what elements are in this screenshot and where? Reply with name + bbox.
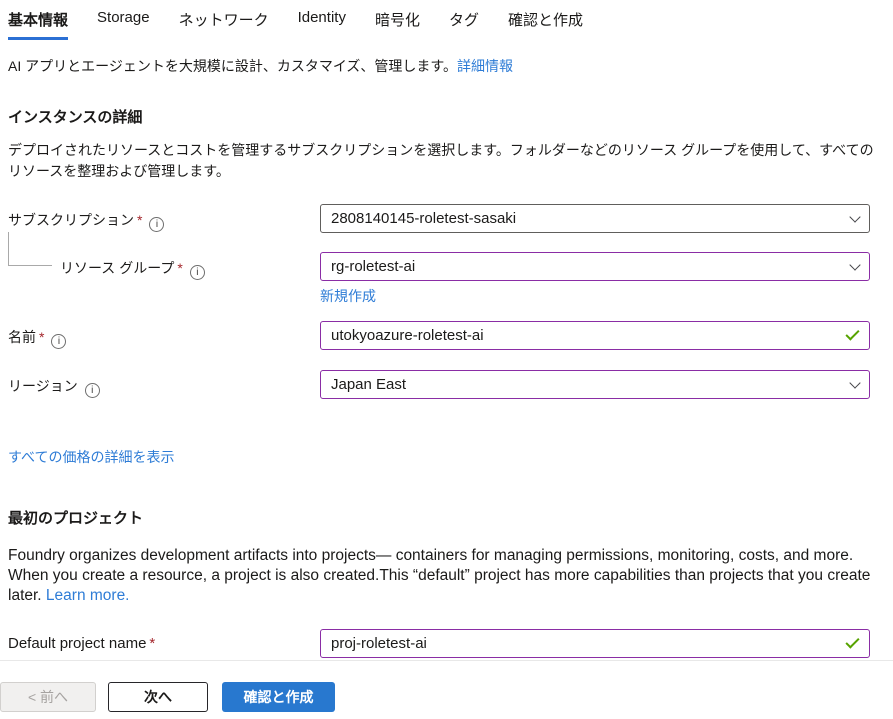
- chevron-down-icon: [849, 377, 860, 388]
- wizard-tabs: 基本情報 Storage ネットワーク Identity 暗号化 タグ 確認と作…: [8, 0, 893, 40]
- project-section-title: 最初のプロジェクト: [8, 507, 885, 528]
- learn-more-en-link[interactable]: Learn more.: [46, 587, 130, 604]
- tree-connector-line: [8, 232, 52, 266]
- info-icon[interactable]: [85, 383, 100, 398]
- default-project-name-label-text: Default project name: [8, 635, 146, 652]
- review-create-button[interactable]: 確認と作成: [222, 682, 335, 712]
- region-row: リージョン Japan East: [8, 370, 893, 399]
- tab-storage-label: Storage: [97, 9, 150, 26]
- tab-basics-label: 基本情報: [8, 12, 68, 29]
- info-icon[interactable]: [190, 265, 205, 280]
- intro-text: AI アプリとエージェントを大規模に設計、カスタマイズ、管理します。詳細情報: [8, 56, 885, 76]
- learn-more-link[interactable]: 詳細情報: [457, 58, 513, 74]
- basics-form: サブスクリプション* 2808140145-roletest-sasaki リソ…: [8, 204, 893, 399]
- subscription-value: 2808140145-roletest-sasaki: [331, 210, 851, 227]
- default-project-name-label: Default project name*: [8, 629, 320, 652]
- tab-tags[interactable]: タグ: [449, 9, 479, 40]
- info-icon[interactable]: [149, 217, 164, 232]
- name-label-text: 名前: [8, 329, 36, 345]
- required-asterisk: *: [137, 212, 142, 228]
- tab-storage[interactable]: Storage: [97, 9, 150, 40]
- region-label-text: リージョン: [8, 378, 78, 394]
- chevron-down-icon: [849, 259, 860, 270]
- default-project-name-row: Default project name*: [8, 629, 893, 658]
- tab-identity[interactable]: Identity: [298, 9, 346, 40]
- name-field-wrapper: [320, 321, 870, 350]
- pricing-details-link[interactable]: すべての価格の詳細を表示: [8, 449, 174, 465]
- resource-group-label: リソース グループ*: [8, 252, 320, 280]
- instance-section-description: デプロイされたリソースとコストを管理するサブスクリプションを選択します。フォルダ…: [8, 140, 882, 182]
- project-section-description: Foundry organizes development artifacts …: [8, 546, 885, 606]
- region-label: リージョン: [8, 370, 320, 398]
- tab-tags-label: タグ: [449, 12, 479, 29]
- subscription-label: サブスクリプション*: [8, 204, 320, 232]
- resource-group-value: rg-roletest-ai: [331, 258, 851, 275]
- instance-section-title: インスタンスの詳細: [8, 106, 885, 127]
- tab-identity-label: Identity: [298, 9, 346, 26]
- resource-group-select[interactable]: rg-roletest-ai: [320, 252, 870, 281]
- subscription-label-text: サブスクリプション: [8, 212, 134, 228]
- chevron-down-icon: [849, 211, 860, 222]
- region-value: Japan East: [331, 376, 851, 393]
- tab-basics[interactable]: 基本情報: [8, 9, 68, 40]
- tab-review-create-label: 確認と作成: [508, 12, 583, 29]
- default-project-name-field-wrapper: [320, 629, 870, 658]
- name-row: 名前*: [8, 321, 893, 350]
- previous-button[interactable]: < 前へ: [0, 682, 96, 712]
- default-project-name-input[interactable]: [331, 635, 846, 652]
- name-label: 名前*: [8, 321, 320, 349]
- required-asterisk: *: [177, 260, 182, 276]
- footer-buttons: < 前へ 次へ 確認と作成: [0, 682, 893, 712]
- tab-network-label: ネットワーク: [179, 12, 269, 29]
- next-button[interactable]: 次へ: [108, 682, 208, 712]
- region-select[interactable]: Japan East: [320, 370, 870, 399]
- tab-network[interactable]: ネットワーク: [179, 9, 269, 40]
- info-icon[interactable]: [51, 334, 66, 349]
- name-input[interactable]: [331, 327, 846, 344]
- project-description-text: Foundry organizes development artifacts …: [8, 547, 870, 604]
- resource-group-label-text: リソース グループ: [60, 260, 174, 276]
- tab-review-create[interactable]: 確認と作成: [508, 9, 583, 40]
- footer-divider: < 前へ 次へ 確認と作成: [0, 660, 893, 712]
- resource-group-row: リソース グループ* rg-roletest-ai 新規作成: [8, 252, 893, 306]
- tab-encryption-label: 暗号化: [375, 12, 420, 29]
- check-icon: [845, 326, 859, 340]
- check-icon: [845, 634, 859, 648]
- required-asterisk: *: [149, 635, 155, 652]
- subscription-row: サブスクリプション* 2808140145-roletest-sasaki: [8, 204, 893, 233]
- tab-encryption[interactable]: 暗号化: [375, 9, 420, 40]
- subscription-select[interactable]: 2808140145-roletest-sasaki: [320, 204, 870, 233]
- intro-description: AI アプリとエージェントを大規模に設計、カスタマイズ、管理します。: [8, 58, 457, 74]
- required-asterisk: *: [39, 329, 44, 345]
- create-new-link[interactable]: 新規作成: [320, 288, 376, 304]
